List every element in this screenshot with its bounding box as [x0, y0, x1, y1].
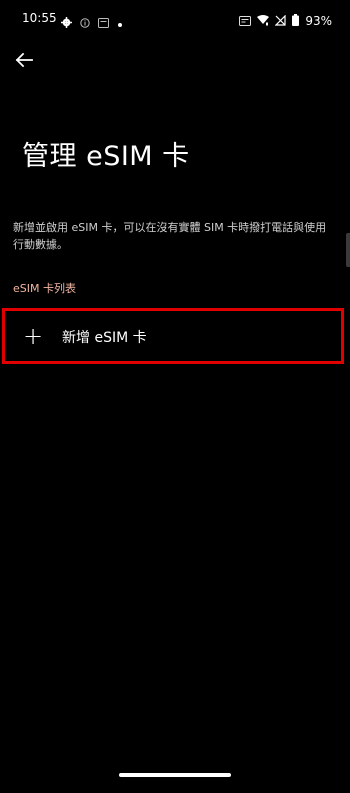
- status-bar: 10:55 93%: [0, 0, 350, 38]
- navigation-handle[interactable]: [119, 773, 231, 777]
- cast-icon: [239, 11, 252, 30]
- section-label: eSIM 卡列表: [13, 282, 76, 295]
- arrow-left-icon: [12, 52, 36, 76]
- battery-icon: [292, 11, 300, 30]
- sim-icon: [98, 13, 109, 32]
- edge-handle: [346, 233, 350, 267]
- gear-icon: [61, 13, 72, 32]
- wifi-icon: [257, 11, 270, 30]
- add-esim-button[interactable]: + 新增 eSIM 卡: [2, 308, 344, 364]
- info-icon: [80, 13, 90, 32]
- status-left-icons: [61, 13, 123, 32]
- status-right-icons: 93%: [239, 11, 332, 30]
- add-esim-label: 新增 eSIM 卡: [62, 330, 147, 346]
- description-text: 新增並啟用 eSIM 卡，可以在沒有實體 SIM 卡時撥打電話與使用行動數據。: [13, 221, 327, 251]
- page-title: 管理 eSIM 卡: [22, 141, 190, 172]
- dot-icon: [117, 13, 123, 32]
- back-button[interactable]: [12, 48, 36, 72]
- battery-percentage: 93%: [305, 13, 332, 28]
- status-time: 10:55: [22, 11, 57, 25]
- plus-icon: +: [23, 322, 44, 350]
- no-signal-icon: [274, 11, 286, 30]
